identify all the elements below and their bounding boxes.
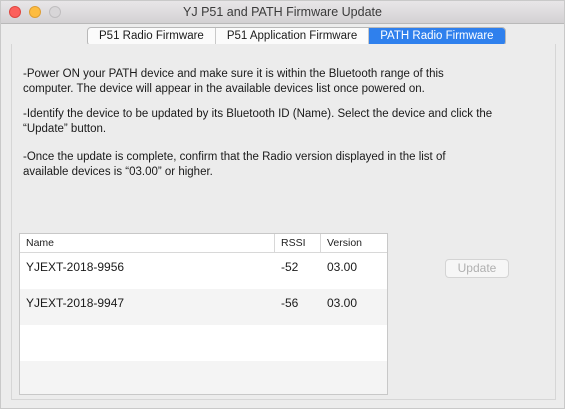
update-button[interactable]: Update [445,259,509,278]
empty-table-row [20,361,387,394]
instruction-confirm-version: -Once the update is complete, confirm th… [23,151,446,178]
table-row[interactable]: YJEXT-2018-9956 -52 03.00 [20,253,387,289]
table-header: Name RSSI Version [20,234,387,253]
device-rssi-cell: -56 [281,296,299,310]
device-version-cell: 03.00 [327,260,358,274]
column-header-name[interactable]: Name [26,237,54,249]
column-header-rssi[interactable]: RSSI [274,234,306,252]
column-header-version[interactable]: Version [320,234,362,252]
device-version-cell: 03.00 [327,296,358,310]
tab-path-radio-firmware[interactable]: PATH Radio Firmware [369,28,505,45]
device-rssi-cell: -52 [281,260,299,274]
tab-p51-application-firmware[interactable]: P51 Application Firmware [216,28,370,45]
device-name-cell: YJEXT-2018-9947 [26,296,125,310]
available-devices-table[interactable]: Name RSSI Version YJEXT-2018-9956 -52 03… [19,233,388,395]
device-name-cell: YJEXT-2018-9956 [26,260,125,274]
tab-p51-radio-firmware[interactable]: P51 Radio Firmware [88,28,216,45]
instruction-power-on: -Power ON your PATH device and make sure… [23,68,444,95]
empty-table-row [20,325,387,361]
title-bar: YJ P51 and PATH Firmware Update [1,1,564,24]
app-window: YJ P51 and PATH Firmware Update P51 Radi… [0,0,565,409]
table-row[interactable]: YJEXT-2018-9947 -56 03.00 [20,289,387,325]
window-title: YJ P51 and PATH Firmware Update [183,5,382,19]
instruction-identify-device: -Identify the device to be updated by it… [23,108,493,135]
